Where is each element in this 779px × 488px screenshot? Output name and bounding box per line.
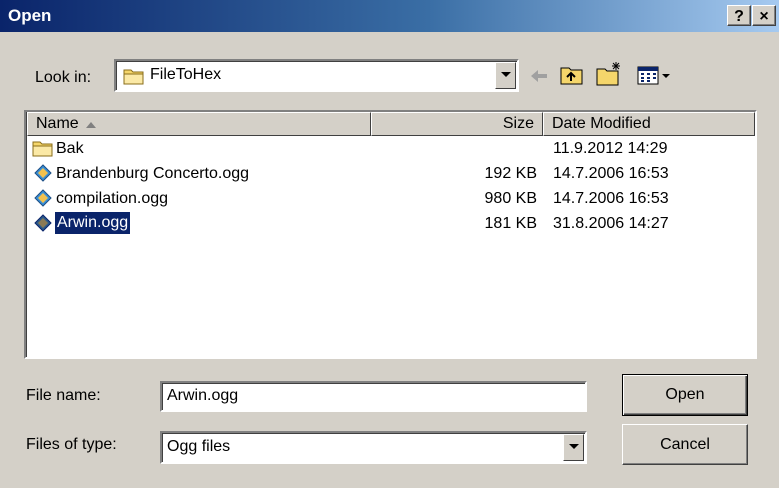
file-list[interactable]: Name Size Date Modified Bak 11.9.2012 14… — [24, 110, 757, 359]
list-item[interactable]: compilation.ogg 980 KB 14.7.2006 16:53 — [26, 186, 755, 211]
close-button[interactable]: × — [752, 5, 776, 26]
file-name: Arwin.ogg — [53, 211, 132, 235]
title-bar[interactable]: Open ? × — [0, 0, 779, 32]
ogg-file-icon — [34, 189, 52, 207]
file-type-value: Ogg files — [167, 438, 231, 455]
view-menu-icon[interactable] — [637, 65, 671, 92]
file-date: 14.7.2006 16:53 — [553, 190, 669, 207]
chevron-down-icon[interactable] — [495, 62, 516, 89]
file-size: 181 KB — [484, 215, 537, 232]
chevron-down-icon[interactable] — [563, 434, 584, 461]
file-name-label: File name: — [26, 387, 101, 404]
file-date: 31.8.2006 14:27 — [553, 215, 669, 232]
file-name-input[interactable]: Arwin.ogg — [160, 381, 587, 412]
new-folder-icon[interactable] — [596, 61, 624, 92]
look-in-dropdown[interactable]: FileToHex — [114, 59, 519, 92]
open-button[interactable]: Open — [622, 374, 748, 416]
up-folder-icon[interactable] — [560, 64, 584, 91]
window-title: Open — [8, 6, 52, 25]
cancel-button[interactable]: Cancel — [622, 424, 748, 465]
file-name-value: Arwin.ogg — [167, 387, 239, 404]
help-button[interactable]: ? — [727, 5, 751, 26]
ogg-file-icon — [34, 164, 52, 182]
file-date: 14.7.2006 16:53 — [553, 165, 669, 182]
ogg-file-icon — [34, 214, 52, 232]
folder-icon — [32, 139, 53, 157]
file-type-dropdown[interactable]: Ogg files — [160, 431, 587, 464]
column-size-label: Size — [502, 115, 534, 132]
file-size: 192 KB — [484, 165, 537, 182]
file-name: Brandenburg Concerto.ogg — [56, 165, 250, 182]
file-size: 980 KB — [484, 190, 537, 207]
look-in-label: Look in: — [35, 69, 92, 86]
column-date-label: Date Modified — [552, 115, 651, 132]
list-item[interactable]: Brandenburg Concerto.ogg 192 KB 14.7.200… — [26, 161, 755, 186]
column-header-date[interactable]: Date Modified — [543, 112, 755, 136]
file-name: compilation.ogg — [56, 190, 169, 207]
file-type-label: Files of type: — [26, 436, 117, 453]
look-in-value: FileToHex — [150, 66, 222, 83]
column-name-label: Name — [36, 115, 79, 132]
file-date: 11.9.2012 14:29 — [553, 140, 668, 157]
list-item[interactable]: Bak 11.9.2012 14:29 — [26, 136, 755, 161]
folder-icon — [123, 67, 145, 90]
list-item-selected[interactable]: Arwin.ogg 181 KB 31.8.2006 14:27 — [26, 211, 755, 236]
column-header-size[interactable]: Size — [371, 112, 543, 136]
column-header-name[interactable]: Name — [27, 112, 371, 136]
sort-ascending-icon — [86, 122, 96, 128]
file-name: Bak — [56, 140, 84, 157]
back-arrow-icon[interactable] — [529, 67, 549, 90]
